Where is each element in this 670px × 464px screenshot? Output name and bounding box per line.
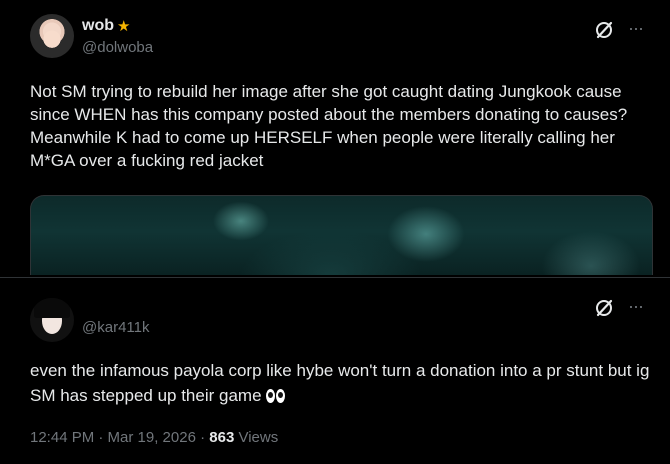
tweet-media-image[interactable] bbox=[30, 195, 653, 275]
grok-icon[interactable] bbox=[594, 20, 614, 40]
display-name[interactable]: wob bbox=[82, 17, 114, 35]
tweet-text: Not SM trying to rebuild her image after… bbox=[30, 82, 628, 170]
author-handle[interactable]: @dolwoba bbox=[82, 39, 153, 56]
timestamp[interactable]: 12:44 PM · Mar 19, 2026 · bbox=[30, 429, 209, 446]
quoted-tweet[interactable]: wob ★ @dolwoba ··· Not SM trying to rebu… bbox=[0, 0, 670, 276]
avatar-hair bbox=[34, 298, 70, 318]
avatar[interactable] bbox=[30, 14, 74, 58]
star-icon: ★ bbox=[117, 17, 131, 35]
views-label: Views bbox=[234, 429, 279, 446]
avatar-face bbox=[36, 20, 68, 52]
author-handle[interactable]: @kar411k bbox=[82, 319, 149, 336]
views-count: 863 bbox=[209, 429, 235, 446]
avatar[interactable] bbox=[30, 298, 74, 342]
eyes-emoji-icon bbox=[265, 389, 286, 403]
tweet-text: even the infamous payola corp like hybe … bbox=[30, 358, 655, 408]
reply-tweet[interactable]: @kar411k ··· even the infamous payola co… bbox=[0, 277, 670, 464]
tweet-meta: 12:44 PM · Mar 19, 2026 · 863 Views bbox=[30, 429, 278, 446]
timeline: wob ★ @dolwoba ··· Not SM trying to rebu… bbox=[0, 0, 670, 464]
more-options-icon[interactable]: ··· bbox=[628, 297, 644, 315]
grok-icon[interactable] bbox=[594, 298, 614, 318]
more-options-icon[interactable]: ··· bbox=[628, 19, 644, 37]
author-name-row[interactable]: wob ★ bbox=[82, 17, 130, 35]
tweet-text-body: even the infamous payola corp like hybe … bbox=[30, 361, 650, 405]
